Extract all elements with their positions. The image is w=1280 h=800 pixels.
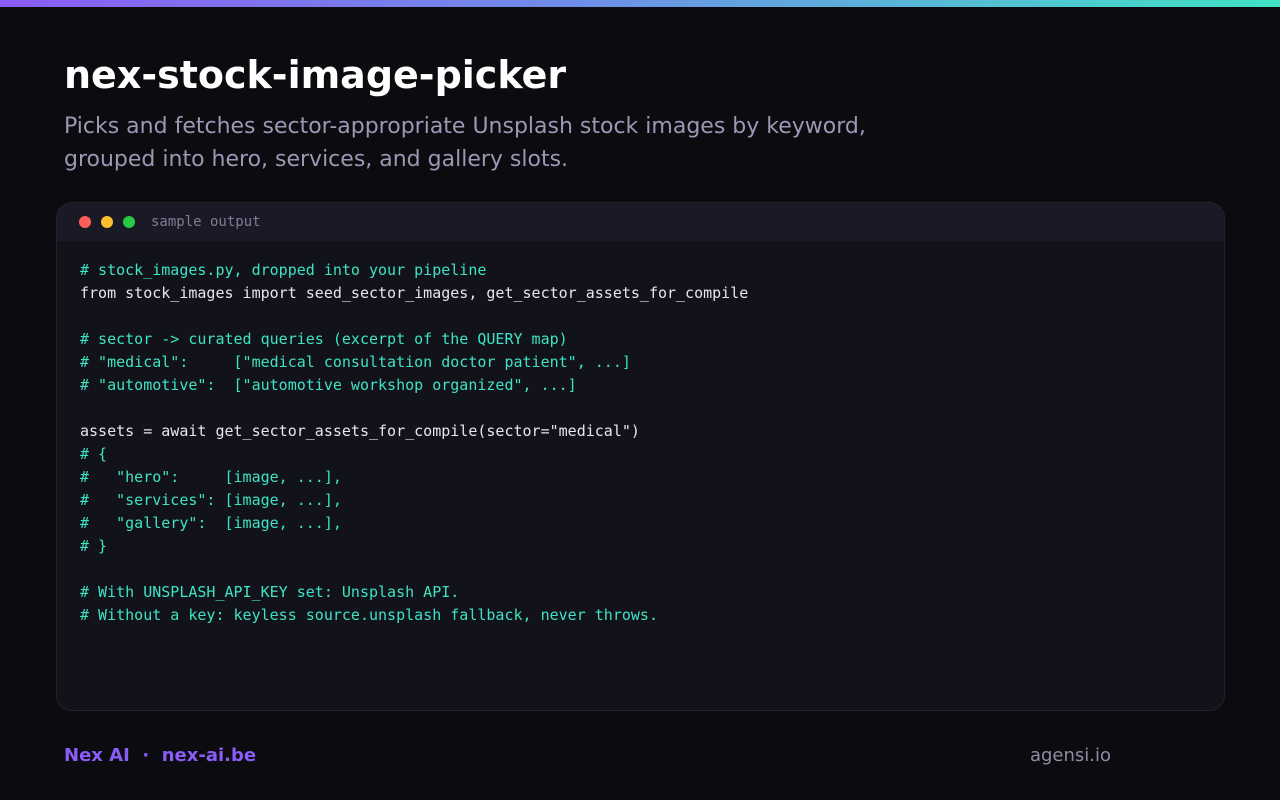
code-line: # } <box>80 537 108 555</box>
code-line: # "services": [image, ...], <box>80 491 342 509</box>
code-line: # sector -> curated queries (excerpt of … <box>80 330 568 348</box>
code-line: # "automotive": ["automotive workshop or… <box>80 376 577 394</box>
page-title: nex-stock-image-picker <box>64 53 567 97</box>
footer-credit: agensi.io <box>1029 745 1111 766</box>
minimize-dot-icon <box>101 216 113 228</box>
code-line: # Without a key: keyless source.unsplash… <box>80 606 658 624</box>
code-window-titlebar: sample output <box>57 203 1224 241</box>
code-line: # "gallery": [image, ...], <box>80 514 342 532</box>
code-line: from stock_images import seed_sector_ima… <box>80 284 749 302</box>
code-line: # stock_images.py, dropped into your pip… <box>80 261 487 279</box>
brand-name: Nex AI <box>64 745 130 766</box>
footer-brand: Nex AI · nex-ai.be <box>64 744 256 768</box>
maximize-dot-icon <box>123 216 135 228</box>
page-subtitle: Picks and fetches sector-appropriate Uns… <box>64 114 866 172</box>
code-line: assets = await get_sector_assets_for_com… <box>80 422 640 440</box>
code-line: # { <box>80 445 108 463</box>
code-window-label: sample output <box>151 214 261 230</box>
code-line: # With UNSPLASH_API_KEY set: Unsplash AP… <box>80 583 460 601</box>
top-gradient-bar <box>0 0 1280 7</box>
code-block: # stock_images.py, dropped into your pip… <box>57 241 1224 627</box>
code-line: # "hero": [image, ...], <box>80 468 342 486</box>
brand-site-link[interactable]: nex-ai.be <box>162 745 256 766</box>
close-dot-icon <box>79 216 91 228</box>
code-window: sample output # stock_images.py, dropped… <box>56 202 1225 711</box>
code-line: # "medical": ["medical consultation doct… <box>80 353 631 371</box>
footer-separator: · <box>142 745 150 766</box>
